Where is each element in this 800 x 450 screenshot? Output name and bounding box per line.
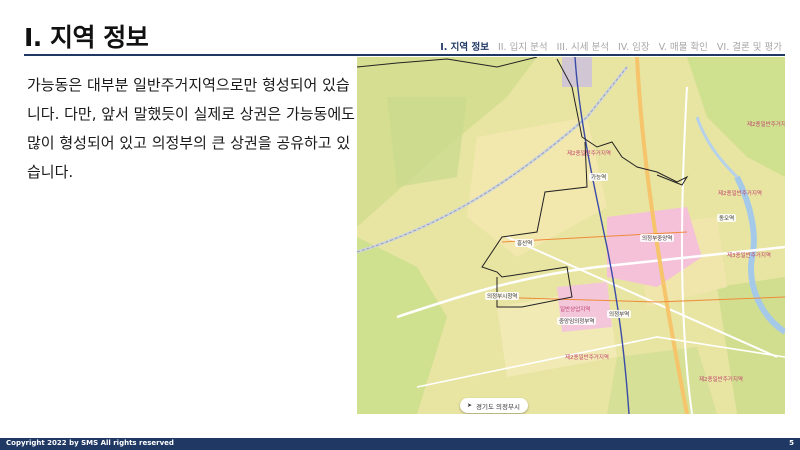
map-station-label: 의정부중앙역 (640, 234, 675, 242)
location-arrow-icon: ➤ (467, 402, 473, 409)
page-number: 5 (789, 439, 794, 447)
map-zone-label: 제2종일반주거지역 (567, 151, 611, 157)
nav-item-price-analysis[interactable]: III. 시세 분석 (557, 39, 609, 53)
slide-title: I. 지역 정보 (24, 23, 149, 52)
title-divider (24, 54, 785, 56)
map-location-pill[interactable]: ➤ 경기도 의정부시 (460, 398, 528, 413)
nav-item-location-analysis[interactable]: II. 입지 분석 (498, 39, 548, 53)
section-nav: I. 지역 정보 II. 입지 분석 III. 시세 분석 IV. 임장 V. … (440, 39, 782, 53)
map-zone-label: 제3종일반주거지역 (727, 253, 771, 259)
map-station-label: 중앙임의정부역 (557, 317, 597, 325)
map-station-label: 의정부시청역 (485, 292, 520, 300)
map-zone-label: 제2종일반주거지역 (718, 191, 762, 197)
nav-item-site-visit[interactable]: IV. 임장 (618, 39, 650, 53)
nav-item-listing-check[interactable]: V. 매물 확인 (659, 39, 708, 53)
map-zone-label: 제2종일반주거지역 (565, 355, 609, 361)
map-zone-label: 제2종일반주거지역 (699, 377, 743, 383)
zoning-map[interactable]: 제2종일반주거지역 제2종일반주거지역 제2종일반주거지역 제2종일반주거지역 … (357, 57, 785, 414)
map-location-label: 경기도 의정부시 (476, 402, 520, 411)
nav-item-region-info[interactable]: I. 지역 정보 (440, 39, 489, 53)
map-station-label: 흥선역 (515, 239, 535, 247)
body-paragraph: 가능동은 대부분 일반주거지역으로만 형성되어 있습니다. 다만, 앞서 말했듯… (27, 76, 355, 181)
footer-bar: Copyright 2022 by SMS All rights reserve… (0, 438, 800, 450)
map-station-label: 의정부역 (607, 310, 632, 318)
map-zone-label: 일반상업지역 (560, 307, 591, 313)
footer-copyright: Copyright 2022 by SMS All rights reserve… (6, 439, 174, 447)
map-zone-label: 제2종일반주거지역 (747, 122, 785, 128)
map-station-label: 가능역 (589, 173, 609, 181)
nav-item-conclusion[interactable]: VI. 결론 및 평가 (717, 39, 782, 53)
map-station-label: 동오역 (717, 214, 737, 222)
